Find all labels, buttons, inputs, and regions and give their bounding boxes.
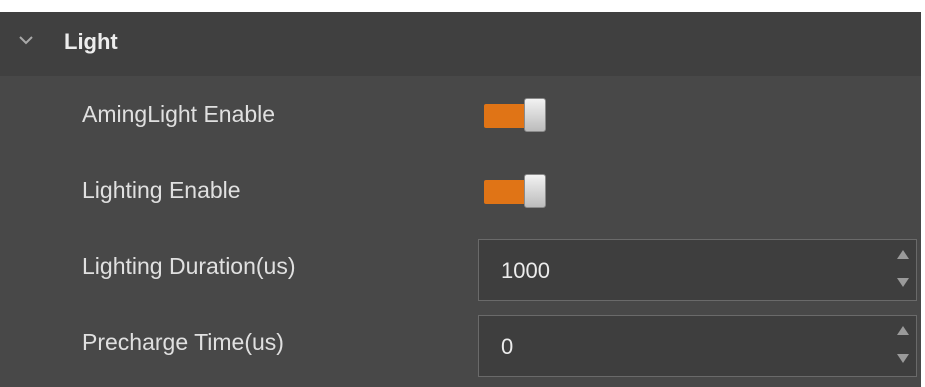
aminglight-enable-toggle[interactable] (484, 98, 562, 134)
precharge-time-input[interactable] (501, 334, 881, 360)
properties-panel: Light AmingLight Enable Lighting Enable … (0, 12, 921, 387)
lighting-duration-spinbox[interactable] (478, 239, 917, 301)
lighting-enable-toggle[interactable] (484, 174, 562, 210)
lighting-duration-row: Lighting Duration(us) (0, 228, 921, 304)
increment-button[interactable] (896, 324, 910, 338)
toggle-knob[interactable] (524, 174, 546, 208)
light-section-header[interactable]: Light (0, 12, 921, 76)
precharge-time-spinbox[interactable] (478, 315, 917, 377)
up-arrow-icon (897, 250, 909, 259)
increment-button[interactable] (896, 248, 910, 262)
down-arrow-icon (897, 278, 909, 287)
toggle-knob[interactable] (524, 98, 546, 132)
decrement-button[interactable] (896, 276, 910, 290)
lighting-duration-input[interactable] (501, 258, 881, 284)
section-title: Light (64, 29, 118, 54)
precharge-time-row: Precharge Time(us) (0, 304, 921, 380)
up-arrow-icon (897, 326, 909, 335)
aminglight-enable-row: AmingLight Enable (0, 76, 921, 152)
lighting-enable-label: Lighting Enable (82, 177, 241, 203)
down-arrow-icon (897, 354, 909, 363)
chevron-down-icon[interactable] (16, 30, 36, 50)
decrement-button[interactable] (896, 352, 910, 366)
lighting-enable-row: Lighting Enable (0, 152, 921, 228)
precharge-time-label: Precharge Time(us) (82, 329, 284, 355)
aminglight-enable-label: AmingLight Enable (82, 101, 276, 127)
lighting-duration-label: Lighting Duration(us) (82, 253, 296, 279)
